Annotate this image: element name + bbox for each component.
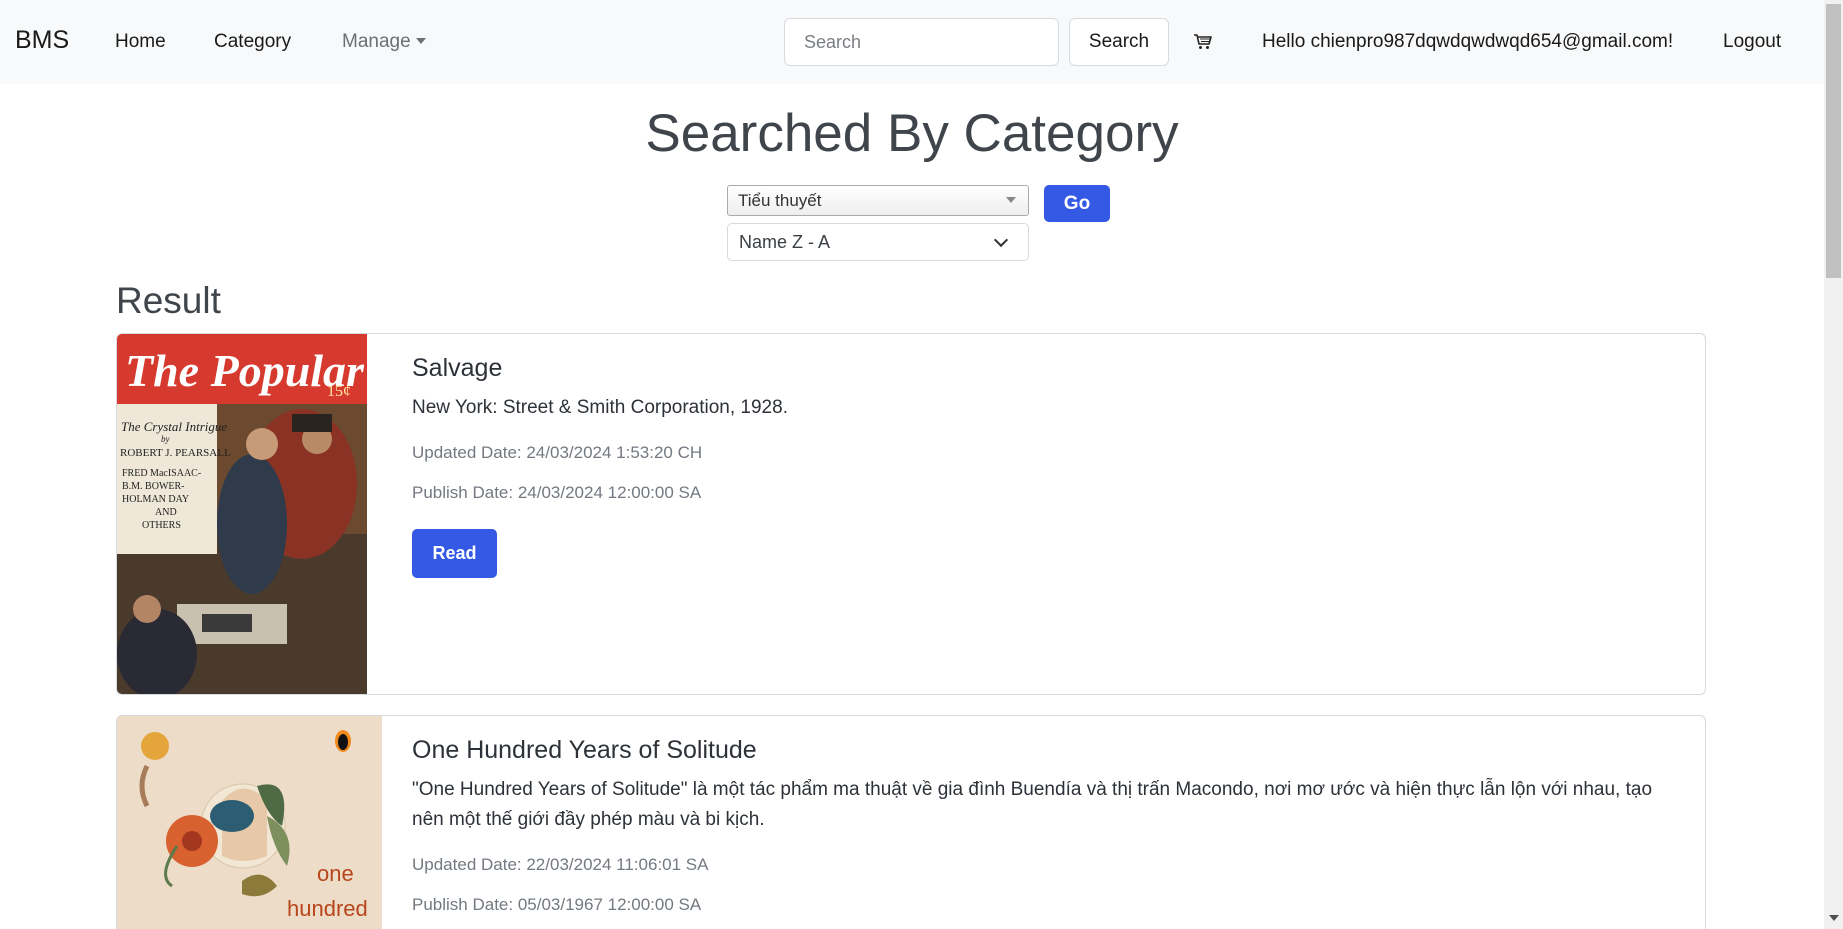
logout-link[interactable]: Logout bbox=[1723, 31, 1781, 53]
cover-others-4: AND bbox=[155, 507, 177, 518]
nav-category[interactable]: Category bbox=[214, 31, 291, 53]
caret-down-icon bbox=[415, 38, 426, 44]
cover-others-5: OTHERS bbox=[142, 520, 181, 531]
nav-manage-label: Manage bbox=[342, 31, 411, 52]
cover-author: ROBERT J. PEARSALL bbox=[120, 447, 231, 459]
result-heading: Result bbox=[116, 280, 221, 321]
sort-select[interactable]: Name Z - A bbox=[727, 223, 1029, 261]
category-select[interactable]: Tiểu thuyết bbox=[727, 185, 1029, 216]
page-scrollbar[interactable] bbox=[1824, 0, 1843, 929]
go-button[interactable]: Go bbox=[1044, 185, 1110, 222]
book-description: "One Hundred Years of Solitude" là một t… bbox=[412, 779, 1653, 830]
category-select-value: Tiểu thuyết bbox=[738, 191, 822, 210]
book-cover-image: The Popular 15¢ The Crystal Intrigue by … bbox=[117, 334, 367, 694]
brand-logo[interactable]: BMS bbox=[15, 26, 69, 55]
book-title: One Hundred Years of Solitude bbox=[412, 736, 757, 764]
book-publish-date: Publish Date: 05/03/1967 12:00:00 SA bbox=[412, 895, 702, 914]
scrollbar-thumb[interactable] bbox=[1826, 4, 1841, 278]
book-card: one hundred One Hundred Years of Solitud… bbox=[116, 715, 1706, 929]
book-cover-image: one hundred bbox=[117, 716, 382, 929]
nav-manage-dropdown[interactable]: Manage bbox=[342, 31, 426, 53]
cover-price: 15¢ bbox=[327, 383, 351, 400]
book-title: Salvage bbox=[412, 354, 503, 382]
book-updated-date: Updated Date: 22/03/2024 11:06:01 SA bbox=[412, 855, 709, 874]
cover-others-3: HOLMAN DAY bbox=[122, 494, 189, 505]
cover-others-2: B.M. BOWER- bbox=[122, 481, 185, 492]
cover-story-title: The Crystal Intrigue bbox=[121, 419, 227, 434]
book-description: New York: Street & Smith Corporation, 19… bbox=[412, 397, 788, 418]
cover-others-1: FRED MacISAAC- bbox=[122, 468, 201, 479]
user-greeting: Hello chienpro987dqwdqwdwqd654@gmail.com… bbox=[1262, 31, 1674, 52]
book-publish-date: Publish Date: 24/03/2024 12:00:00 SA bbox=[412, 483, 702, 502]
scroll-down-arrow-icon[interactable] bbox=[1829, 915, 1839, 921]
search-input[interactable] bbox=[784, 18, 1059, 66]
read-button[interactable]: Read bbox=[412, 529, 497, 578]
book-card-body: Salvage New York: Street & Smith Corpora… bbox=[412, 334, 1675, 578]
cover-word-hundred: hundred bbox=[287, 896, 368, 921]
page-title: Searched By Category bbox=[645, 104, 1179, 163]
dropdown-arrow-icon bbox=[1006, 197, 1016, 203]
book-card: The Popular 15¢ The Crystal Intrigue by … bbox=[116, 333, 1706, 695]
chevron-down-icon bbox=[993, 232, 1009, 248]
navbar: BMS Home Category Manage Search Hello ch… bbox=[0, 0, 1824, 84]
cart-icon[interactable] bbox=[1193, 32, 1213, 52]
search-button[interactable]: Search bbox=[1069, 18, 1169, 66]
book-card-body: One Hundred Years of Solitude "One Hundr… bbox=[412, 716, 1675, 915]
book-updated-date: Updated Date: 24/03/2024 1:53:20 CH bbox=[412, 443, 703, 462]
nav-home[interactable]: Home bbox=[115, 31, 166, 53]
cover-word-one: one bbox=[317, 861, 354, 886]
sort-select-value: Name Z - A bbox=[739, 232, 831, 252]
cover-by: by bbox=[161, 434, 170, 444]
